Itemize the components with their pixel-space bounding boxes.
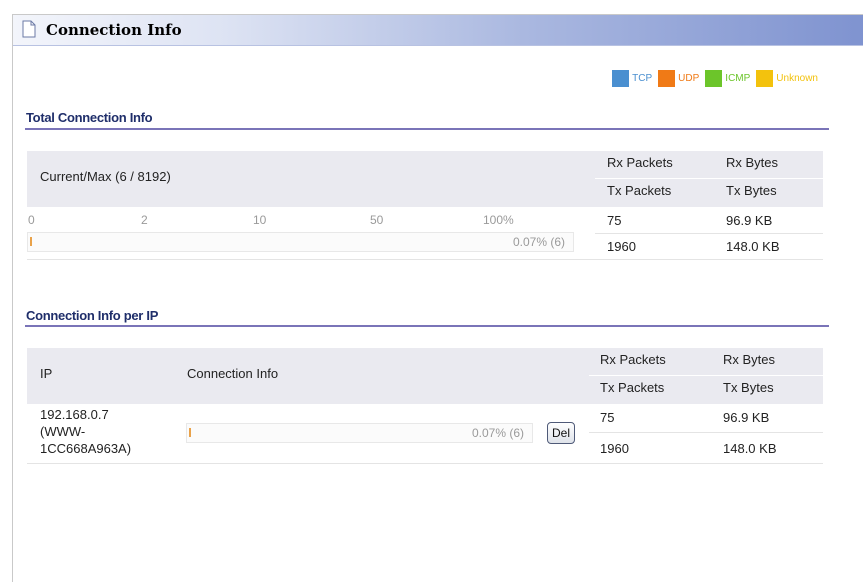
scale-label-10: 10: [253, 213, 267, 227]
rx-packets-header: Rx Packets: [600, 352, 666, 367]
document-icon: [22, 20, 36, 38]
rx-packets-header: Rx Packets: [607, 155, 673, 170]
legend-swatch-udp: [658, 69, 676, 87]
scale-label-100: 100%: [483, 213, 514, 227]
ip-header: IP: [40, 366, 53, 381]
panel-title: Connection Info: [46, 21, 182, 39]
total-rx-packets: 75: [607, 213, 622, 228]
legend-label-udp: UDP: [678, 72, 700, 84]
legend-label-icmp: ICMP: [725, 72, 751, 84]
connection-info-panel: Connection Info TCP UDP ICMP Unknown Tot…: [12, 14, 863, 582]
total-connection-title: Total Connection Info: [26, 110, 153, 125]
row-hostname-line1: (WWW-: [40, 424, 86, 439]
rx-bytes-header: Rx Bytes: [726, 155, 779, 170]
rx-bytes-header: Rx Bytes: [723, 352, 776, 367]
table-bottom-line: [27, 259, 823, 260]
scale-label-50: 50: [370, 213, 384, 227]
total-section-rule: [25, 128, 829, 130]
row-divider: [595, 233, 823, 234]
total-tx-packets: 1960: [607, 239, 636, 254]
legend-swatch-icmp: [705, 69, 723, 87]
tx-bytes-header: Tx Bytes: [723, 380, 774, 395]
per-ip-title: Connection Info per IP: [26, 308, 159, 323]
current-max-label: Current/Max (6 / 8192): [40, 169, 171, 184]
table-bottom-line: [27, 463, 823, 464]
legend-swatch-tcp: [612, 69, 630, 87]
per-ip-section-rule: [25, 325, 829, 327]
row-tx-packets: 1960: [600, 441, 629, 456]
delete-connection-button[interactable]: Del: [547, 422, 575, 444]
header-divider: [589, 375, 823, 376]
scale-label-0: 0: [28, 213, 35, 227]
panel-titlebar: Connection Info: [13, 15, 863, 46]
tx-bytes-header: Tx Bytes: [726, 183, 777, 198]
legend-label-tcp: TCP: [632, 72, 653, 84]
total-usage-text: 0.07% (6): [512, 235, 565, 249]
row-usage-text: 0.07% (6): [471, 426, 524, 440]
total-rx-bytes: 96.9 KB: [726, 213, 773, 228]
usage-tick: [189, 428, 191, 437]
per-ip-header-bg: [27, 348, 589, 404]
protocol-legend: TCP UDP ICMP Unknown: [612, 69, 824, 87]
tx-packets-header: Tx Packets: [607, 183, 672, 198]
total-usage-bar: 0.07% (6): [27, 232, 574, 252]
legend-swatch-unknown: [756, 69, 774, 87]
total-tx-bytes: 148.0 KB: [726, 239, 780, 254]
row-rx-bytes: 96.9 KB: [723, 410, 770, 425]
header-divider: [595, 178, 823, 179]
row-ip-address: 192.168.0.7: [40, 407, 109, 422]
legend-label-unknown: Unknown: [776, 72, 818, 84]
scale-label-2: 2: [141, 213, 148, 227]
usage-tick: [30, 237, 32, 246]
row-hostname-line2: 1CC668A963A): [40, 441, 132, 456]
row-tx-bytes: 148.0 KB: [723, 441, 777, 456]
tx-packets-header: Tx Packets: [600, 380, 665, 395]
table-row: 192.168.0.7 (WWW- 1CC668A963A): [40, 406, 131, 457]
connection-info-header: Connection Info: [187, 366, 279, 381]
row-divider: [589, 432, 823, 433]
row-usage-bar: 0.07% (6): [186, 423, 533, 443]
row-rx-packets: 75: [600, 410, 615, 425]
